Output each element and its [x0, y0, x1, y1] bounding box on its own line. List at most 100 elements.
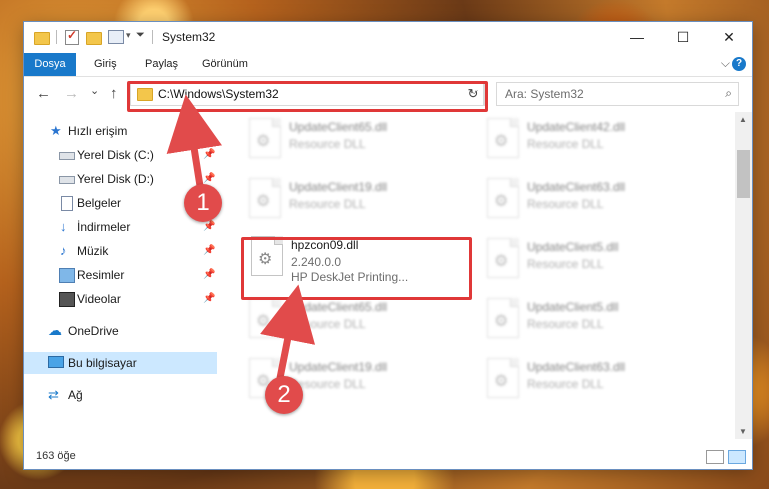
- dll-file-icon: [249, 118, 281, 158]
- download-icon: ↓: [60, 219, 67, 234]
- file-name: UpdateClient65.dll: [289, 120, 388, 134]
- music-icon: ♪: [60, 243, 67, 258]
- pin-icon[interactable]: 📌: [203, 288, 215, 310]
- properties-check-icon[interactable]: [65, 28, 79, 45]
- sidebar-item-label: Resimler: [77, 268, 125, 282]
- file-name: UpdateClient5.dll: [527, 240, 619, 254]
- item-count: 163 öğe: [36, 450, 76, 462]
- scroll-down-icon[interactable]: ▼: [739, 427, 747, 436]
- callout-number-1: 1: [184, 184, 222, 222]
- window-title: System32: [162, 30, 216, 44]
- sidebar-item-label: Hızlı erişim: [68, 124, 128, 138]
- computer-icon: [48, 356, 64, 368]
- sidebar-item-label: Yerel Disk (C:): [77, 148, 154, 162]
- search-icon[interactable]: ⌕: [725, 86, 732, 101]
- file-tile[interactable]: UpdateClient5.dll Resource DLL: [477, 292, 707, 346]
- recent-locations-icon[interactable]: ⌄: [90, 84, 99, 97]
- network-icon: ⇄: [48, 387, 59, 402]
- file-description: Resource DLL: [527, 377, 604, 391]
- pin-icon[interactable]: 📌: [203, 264, 215, 286]
- sidebar-item-quick-access[interactable]: ★ Hızlı erişim: [24, 120, 217, 142]
- new-folder-icon[interactable]: [86, 32, 102, 45]
- sidebar-item-videos[interactable]: Videolar 📌: [24, 288, 217, 310]
- expand-ribbon-icon[interactable]: ⌵: [721, 56, 730, 71]
- file-tile[interactable]: UpdateClient63.dll Resource DLL: [477, 352, 707, 406]
- sidebar-item-local-disk-c[interactable]: Yerel Disk (C:) 📌: [24, 144, 217, 166]
- tab-file[interactable]: Dosya: [24, 53, 76, 76]
- address-highlight-box: [127, 81, 488, 112]
- dll-file-icon: [487, 358, 519, 398]
- dll-file-icon: [487, 238, 519, 278]
- maximize-button[interactable]: ☐: [660, 22, 706, 53]
- file-name: UpdateClient63.dll: [527, 360, 626, 374]
- dll-file-icon: [487, 178, 519, 218]
- forward-arrow-icon[interactable]: →: [64, 85, 79, 102]
- file-tile[interactable]: UpdateClient5.dll Resource DLL: [477, 232, 707, 286]
- file-tile[interactable]: UpdateClient63.dll Resource DLL: [477, 172, 707, 226]
- quick-access-chevron-icon[interactable]: ⏷: [136, 29, 145, 42]
- pin-icon[interactable]: 📌: [203, 144, 215, 166]
- file-description: Resource DLL: [289, 137, 366, 151]
- file-description: Resource DLL: [289, 197, 366, 211]
- file-tile[interactable]: UpdateClient65.dll Resource DLL: [239, 292, 469, 346]
- divider: [152, 30, 153, 44]
- file-highlight-box: [241, 237, 472, 300]
- minimize-button[interactable]: —: [614, 22, 660, 53]
- videos-icon: [59, 292, 75, 307]
- callout-number-2: 2: [265, 376, 303, 414]
- help-icon[interactable]: ?: [732, 57, 746, 71]
- dll-file-icon: [487, 118, 519, 158]
- tab-home[interactable]: Giriş: [94, 53, 117, 76]
- file-name: UpdateClient19.dll: [289, 360, 388, 374]
- file-description: Resource DLL: [527, 257, 604, 271]
- sidebar-item-onedrive[interactable]: ☁ OneDrive: [24, 320, 217, 342]
- pin-icon[interactable]: 📌: [203, 240, 215, 262]
- sidebar-item-music[interactable]: ♪ Müzik 📌: [24, 240, 217, 262]
- file-tile[interactable]: UpdateClient19.dll Resource DLL: [239, 172, 469, 226]
- details-view-icon[interactable]: [706, 450, 724, 464]
- drive-icon: [59, 176, 75, 184]
- sidebar-item-label: Bu bilgisayar: [68, 356, 137, 370]
- sidebar-item-local-disk-d[interactable]: Yerel Disk (D:) 📌: [24, 168, 217, 190]
- status-bar: 163 öğe: [24, 444, 752, 469]
- title-bar: ▾ ⏷ System32 — ☐ ✕: [24, 22, 752, 53]
- navigation-pane: ★ Hızlı erişim Yerel Disk (C:) 📌 Yerel D…: [24, 112, 217, 439]
- large-icons-view-icon[interactable]: [728, 450, 746, 464]
- sidebar-item-this-pc[interactable]: Bu bilgisayar: [24, 352, 217, 374]
- sidebar-item-label: İndirmeler: [77, 220, 131, 234]
- search-placeholder: Ara: System32: [505, 87, 584, 101]
- divider: [56, 30, 57, 44]
- file-description: Resource DLL: [527, 317, 604, 331]
- sidebar-item-label: Videolar: [77, 292, 121, 306]
- sidebar-item-label: Belgeler: [77, 196, 122, 210]
- search-input[interactable]: Ara: System32 ⌕: [496, 82, 739, 106]
- vertical-scrollbar[interactable]: ▲ ▼: [735, 112, 752, 439]
- file-tile[interactable]: UpdateClient65.dll Resource DLL: [239, 112, 469, 166]
- close-button[interactable]: ✕: [706, 22, 752, 53]
- dll-file-icon: [487, 298, 519, 338]
- ribbon-tabs: Dosya Giriş Paylaş Görünüm ⌵ ?: [24, 53, 752, 77]
- back-arrow-icon[interactable]: ←: [36, 85, 51, 102]
- sidebar-item-label: Ağ: [68, 388, 83, 402]
- tab-share[interactable]: Paylaş: [145, 53, 178, 76]
- sidebar-item-network[interactable]: ⇄ Ağ: [24, 384, 217, 406]
- file-tile[interactable]: UpdateClient42.dll Resource DLL: [477, 112, 707, 166]
- dll-file-icon: [249, 178, 281, 218]
- dll-file-icon: [249, 298, 281, 338]
- file-description: Resource DLL: [527, 137, 604, 151]
- sidebar-item-label: Müzik: [77, 244, 109, 258]
- toolbar-dropdown-icon[interactable]: ▾: [126, 30, 131, 41]
- file-name: UpdateClient19.dll: [289, 180, 388, 194]
- drive-icon: [59, 152, 75, 160]
- customize-toolbar-icon[interactable]: [108, 30, 124, 44]
- up-arrow-icon[interactable]: ↑: [110, 85, 118, 102]
- file-name: UpdateClient63.dll: [527, 180, 626, 194]
- sidebar-item-downloads[interactable]: ↓ İndirmeler 📌: [24, 216, 217, 238]
- sidebar-item-label: Yerel Disk (D:): [77, 172, 154, 186]
- scrollbar-thumb[interactable]: [737, 150, 750, 198]
- scroll-up-icon[interactable]: ▲: [739, 115, 747, 124]
- pictures-icon: [59, 268, 75, 283]
- sidebar-item-pictures[interactable]: Resimler 📌: [24, 264, 217, 286]
- file-name: UpdateClient42.dll: [527, 120, 626, 134]
- tab-view[interactable]: Görünüm: [202, 53, 248, 76]
